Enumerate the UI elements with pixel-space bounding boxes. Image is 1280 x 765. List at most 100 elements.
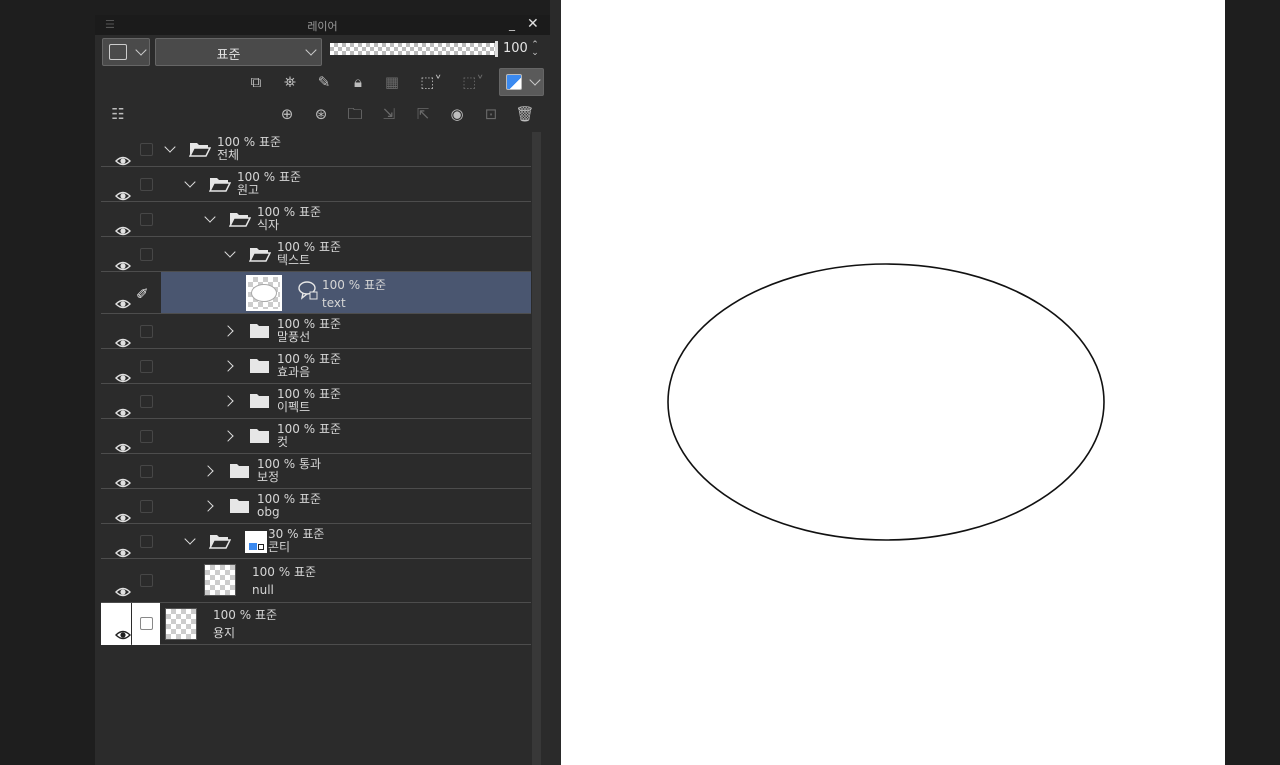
layer-color-mode-dropdown[interactable] <box>499 68 544 96</box>
blend-mode-dropdown[interactable]: 표준 <box>155 38 322 66</box>
new-raster-layer-icon[interactable]: ⊕ <box>276 103 298 125</box>
layer-row[interactable]: 100 % 표준 obg <box>101 489 531 524</box>
visibility-toggle[interactable] <box>101 489 131 524</box>
visibility-toggle[interactable] <box>101 202 131 237</box>
chevron-down-icon <box>135 44 147 56</box>
layer-row[interactable]: 100 % 표준 전체 <box>101 132 531 167</box>
visibility-toggle[interactable] <box>101 237 131 272</box>
transfer-to-lower-layer-icon[interactable]: ⇲ <box>378 103 400 125</box>
visibility-toggle[interactable] <box>101 314 131 349</box>
lock-toggle[interactable] <box>132 603 160 645</box>
reference-layer-icon[interactable]: ⛯ <box>279 71 301 93</box>
layer-name: 이펙트 <box>277 400 311 414</box>
clip-to-layer-icon[interactable]: ⧉ <box>245 71 267 93</box>
layer-opacity: 100 % <box>217 135 256 149</box>
layer-blend-mode: 표준 <box>298 492 322 506</box>
lock-toggle[interactable] <box>132 384 160 419</box>
layer-row[interactable]: 100 % 표준 식자 <box>101 202 531 237</box>
layer-row[interactable]: 100 % 표준 말풍선 <box>101 314 531 349</box>
layer-blend-mode: 표준 <box>298 205 322 219</box>
minimize-button[interactable]: _ <box>509 17 515 31</box>
lock-toggle[interactable] <box>132 237 160 272</box>
chevron-down-icon[interactable] <box>183 177 197 191</box>
layer-name: 효과음 <box>277 365 311 379</box>
layer-row[interactable]: 100 % 표준 원고 <box>101 167 531 202</box>
checkbox <box>140 248 153 261</box>
layer-list-scrollbar[interactable] <box>532 132 541 765</box>
chevron-right-icon[interactable] <box>223 429 237 443</box>
layer-name: 텍스트 <box>277 253 311 267</box>
visibility-toggle[interactable] <box>101 524 131 559</box>
opacity-slider[interactable] <box>330 41 498 57</box>
visibility-toggle[interactable] <box>101 349 131 384</box>
layer-row[interactable]: 100 % 통과 보정 <box>101 454 531 489</box>
apply-mask-icon[interactable]: ⊡ <box>480 103 502 125</box>
visibility-toggle[interactable] <box>101 603 131 645</box>
visibility-toggle[interactable] <box>101 454 131 489</box>
new-vector-layer-icon[interactable]: ⊛ <box>310 103 332 125</box>
visibility-toggle[interactable] <box>101 132 131 167</box>
lock-toggle[interactable] <box>132 489 160 524</box>
combine-with-layer-below-icon[interactable]: ⇱ <box>412 103 434 125</box>
visibility-toggle[interactable] <box>101 384 131 419</box>
lock-toggle[interactable] <box>132 559 160 603</box>
visibility-toggle[interactable] <box>101 419 131 454</box>
layer-blend-mode: 표준 <box>318 422 342 436</box>
ruler-enable-dropdown-icon[interactable]: ⬚˅ <box>455 71 491 93</box>
lock-toggle[interactable] <box>132 419 160 454</box>
layer-row[interactable]: 100 % 표준 null <box>101 559 531 603</box>
opacity-spinner-icon[interactable]: ⌃ ⌄ <box>531 41 539 58</box>
folder-icon <box>249 392 271 410</box>
lock-toggle[interactable] <box>132 454 160 489</box>
checkbox <box>140 465 153 478</box>
layer-blend-mode: 표준 <box>293 565 317 579</box>
lock-toggle[interactable] <box>132 167 160 202</box>
visibility-toggle[interactable] <box>101 167 131 202</box>
checkbox <box>140 500 153 513</box>
lock-toggle[interactable] <box>132 132 160 167</box>
chevron-down-icon[interactable] <box>223 247 237 261</box>
lock-toggle[interactable] <box>132 524 160 559</box>
layer-color-dropdown[interactable] <box>102 38 150 66</box>
chevron-right-icon[interactable] <box>223 324 237 338</box>
chevron-down-icon[interactable] <box>203 212 217 226</box>
draft-layer-icon[interactable]: ✎ <box>313 71 335 93</box>
chevron-right-icon[interactable] <box>223 394 237 408</box>
chevron-down-icon[interactable] <box>163 142 177 156</box>
new-folder-icon[interactable]: 🗀︎ <box>344 103 366 125</box>
chevron-right-icon[interactable] <box>203 464 217 478</box>
chevron-right-icon[interactable] <box>203 499 217 513</box>
lock-toggle[interactable]: ✐ <box>132 272 160 314</box>
lock-toggle[interactable] <box>132 314 160 349</box>
delete-layer-icon[interactable]: 🗑︎ <box>514 103 536 125</box>
chevron-right-icon[interactable] <box>223 359 237 373</box>
visibility-toggle[interactable] <box>101 559 131 603</box>
lock-transparency-icon[interactable]: ▦ <box>381 71 403 93</box>
opacity-value[interactable]: 100 <box>503 41 528 56</box>
lock-layer-icon[interactable]: 🔒︎ <box>347 71 369 93</box>
layer-row[interactable]: 100 % 표준 컷 <box>101 419 531 454</box>
layer-thumbnail <box>204 564 236 596</box>
layer-row[interactable]: 100 % 표준 이펙트 <box>101 384 531 419</box>
layer-row[interactable]: ✐ 100 % 표준 text <box>101 272 531 314</box>
layer-opacity: 100 % <box>277 352 316 366</box>
panel-divider[interactable] <box>550 0 561 765</box>
canvas[interactable] <box>561 0 1225 765</box>
layer-opacity: 100 % <box>257 492 296 506</box>
close-button[interactable]: ✕ <box>527 16 539 32</box>
chevron-down-icon[interactable] <box>183 534 197 548</box>
layer-row[interactable]: 100 % 표준 텍스트 <box>101 237 531 272</box>
create-mask-icon[interactable]: ◉ <box>446 103 468 125</box>
layer-opacity: 100 % <box>252 565 291 579</box>
layer-opacity: 100 % <box>237 170 276 184</box>
checkbox <box>140 430 153 443</box>
layer-row[interactable]: 100 % 표준 효과음 <box>101 349 531 384</box>
mask-enable-dropdown-icon[interactable]: ⬚˅ <box>413 71 449 93</box>
visibility-toggle[interactable] <box>101 272 131 314</box>
layer-row[interactable]: 30 % 표준 콘티 <box>101 524 531 559</box>
layer-row[interactable]: 100 % 표준 용지 <box>101 603 531 645</box>
layer-blend-mode: 표준 <box>254 608 278 622</box>
layer-property-icon[interactable]: ☷ <box>107 103 129 125</box>
lock-toggle[interactable] <box>132 349 160 384</box>
lock-toggle[interactable] <box>132 202 160 237</box>
